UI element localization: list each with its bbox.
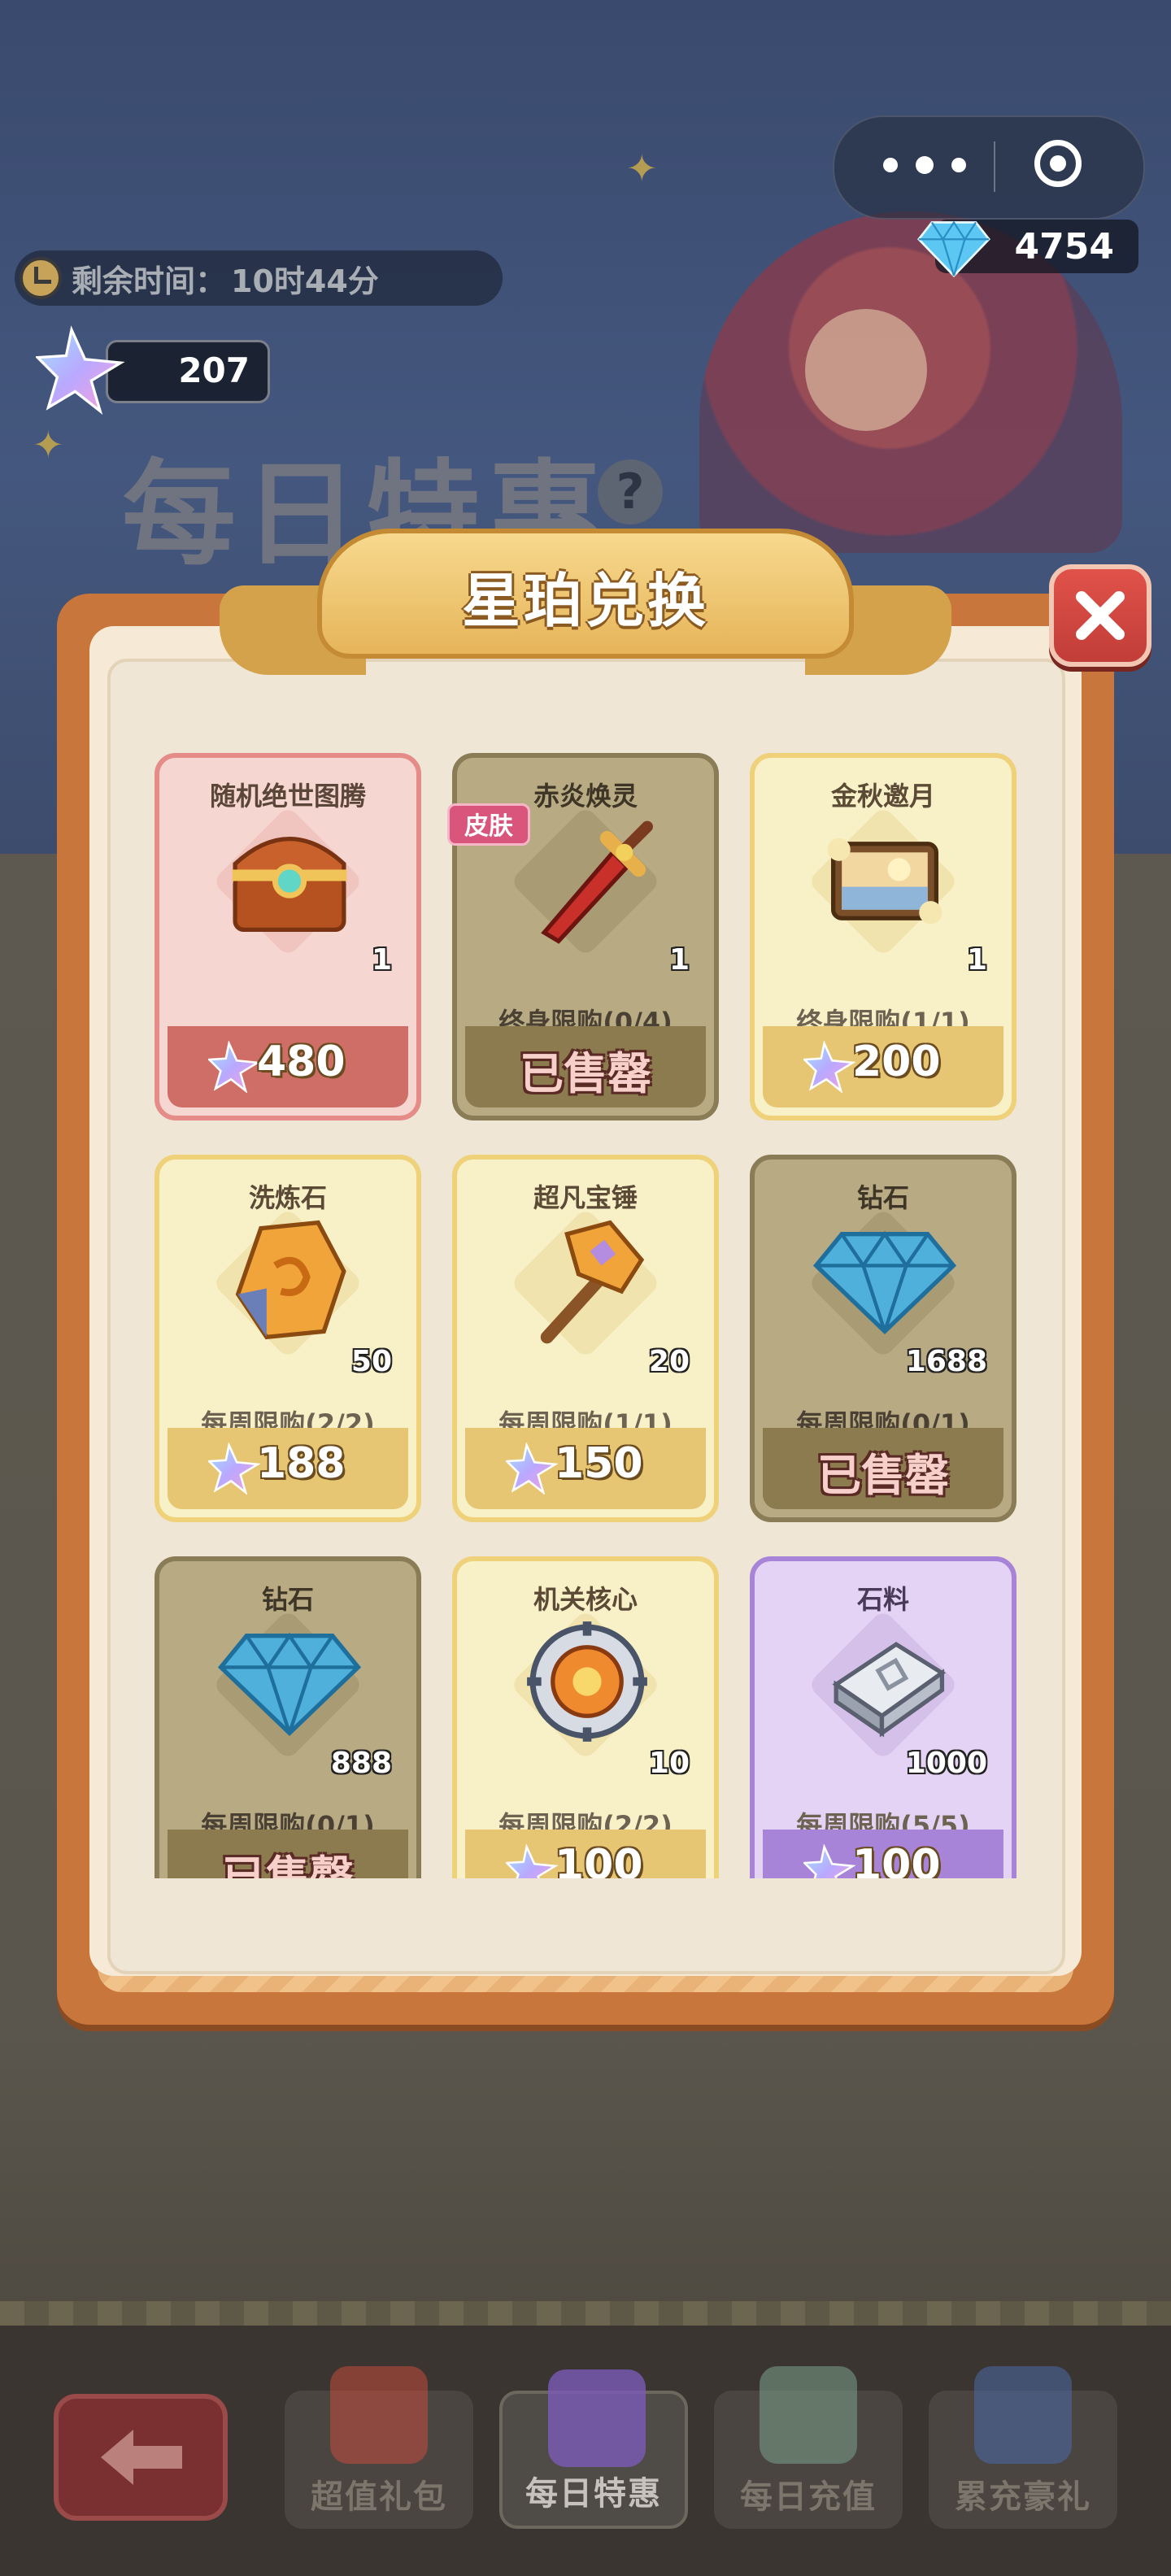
close-icon [1076, 591, 1125, 640]
item-card[interactable]: 钻石 1688 每周限购(0/1) 已售罄 [750, 1155, 1016, 1522]
back-button[interactable] [54, 2394, 228, 2521]
diamond-count: 4754 [1014, 226, 1114, 268]
item-quantity: 1000 [905, 1747, 987, 1780]
star-amber-counter: 207 [106, 340, 270, 403]
stone-block-icon [832, 1642, 947, 1738]
gift-box-icon [330, 2366, 428, 2464]
tab-label: 超值礼包 [311, 2478, 447, 2516]
item-quantity: 20 [648, 1345, 690, 1378]
tab-daily-recharge[interactable]: 每日充值 [714, 2366, 903, 2529]
diamond-icon [218, 1632, 361, 1737]
remaining-time-value: 10时44分 [231, 263, 379, 299]
star-amber-count: 207 [178, 350, 250, 390]
more-menu-button[interactable] [883, 150, 973, 182]
star-amber-icon [208, 1041, 260, 1093]
refine-stone-icon [235, 1220, 346, 1340]
sparkle-icon: ✦ [626, 146, 658, 190]
tab-value-pack[interactable]: 超值礼包 [285, 2366, 473, 2529]
diamond-icon [917, 220, 990, 278]
item-grid: 随机绝世图腾 1 480 赤炎焕灵 皮肤 1 终身限购(0/4) 已售罄 金秋邀… [146, 740, 1025, 1878]
price-bar[interactable]: 200 [763, 1026, 1003, 1107]
modal-title: 星珀兑换 [461, 567, 709, 635]
item-card[interactable]: 钻石 888 每周限购(0/1) 已售罄 [155, 1556, 421, 1878]
modal-title-ribbon: 星珀兑换 [220, 529, 951, 691]
moon-frame-icon [827, 838, 942, 925]
remaining-time: 剩余时间： 10时44分 [15, 250, 503, 306]
remaining-time-label: 剩余时间： [72, 263, 227, 299]
item-quantity: 1688 [905, 1345, 987, 1378]
price-bar[interactable]: 188 [168, 1428, 408, 1509]
star-amber-icon [803, 1844, 855, 1878]
star-amber-icon [36, 325, 125, 415]
item-card[interactable]: 机关核心 10 每周限购(2/2) 100 [452, 1556, 719, 1878]
gift-clock-icon [548, 2369, 646, 2467]
price-bar[interactable]: 480 [168, 1026, 408, 1107]
item-price: 100 [852, 1841, 941, 1878]
tab-label: 每日充值 [740, 2478, 877, 2516]
capsule-divider [994, 141, 995, 192]
mini-program-capsule [833, 115, 1145, 220]
calendar-coins-icon [760, 2366, 857, 2464]
price-bar[interactable]: 100 [465, 1830, 706, 1878]
clock-icon [20, 257, 62, 299]
price-bar[interactable]: 100 [763, 1830, 1003, 1878]
item-card[interactable]: 赤炎焕灵 皮肤 1 终身限购(0/4) 已售罄 [447, 753, 719, 1120]
item-quantity: 888 [330, 1747, 392, 1780]
help-button[interactable]: ? [598, 459, 663, 524]
item-quantity: 50 [350, 1345, 392, 1378]
star-amber-icon [506, 1844, 558, 1878]
price-bar[interactable]: 150 [465, 1428, 706, 1509]
fire-sword-icon [541, 820, 653, 944]
tab-label: 每日特惠 [525, 2475, 662, 2513]
item-quantity: 10 [648, 1747, 690, 1780]
item-price: 100 [555, 1841, 643, 1878]
sparkle-icon: ✦ [33, 423, 64, 467]
item-price: 150 [555, 1439, 643, 1488]
price-bar: 已售罄 [465, 1026, 706, 1107]
item-card[interactable]: 金秋邀月 1 终身限购(1/1) 200 [750, 753, 1016, 1120]
star-amber-icon [506, 1442, 558, 1495]
tab-label: 累充豪礼 [955, 2478, 1091, 2516]
sold-out-label: 已售罄 [817, 1450, 949, 1501]
price-bar: 已售罄 [168, 1830, 408, 1878]
back-arrow-icon [101, 2430, 182, 2485]
money-bag-icon [974, 2366, 1072, 2464]
item-card[interactable]: 超凡宝锤 20 每周限购(1/1) 150 [452, 1155, 719, 1522]
item-price: 188 [257, 1439, 346, 1488]
item-quantity: 1 [966, 943, 987, 977]
item-price: 200 [852, 1038, 941, 1086]
diamond-icon [813, 1230, 956, 1335]
sold-out-label: 已售罄 [520, 1048, 651, 1099]
item-quantity: 1 [668, 943, 690, 977]
star-amber-icon [208, 1442, 260, 1495]
item-card[interactable]: 洗炼石 50 每周限购(2/2) 188 [155, 1155, 421, 1522]
hero-face [805, 309, 927, 431]
mech-core-icon [527, 1621, 647, 1742]
tab-cumulative-gift[interactable]: 累充豪礼 [929, 2366, 1117, 2529]
price-bar: 已售罄 [763, 1428, 1003, 1509]
star-amber-icon [803, 1041, 855, 1093]
item-quantity: 1 [371, 943, 392, 977]
item-card[interactable]: 石料 1000 每周限购(5/5) 100 [750, 1556, 1016, 1878]
hammer-icon [540, 1220, 645, 1344]
tab-daily-deal[interactable]: 每日特惠 [499, 2369, 688, 2529]
item-card[interactable]: 随机绝世图腾 1 480 [155, 753, 421, 1120]
sold-out-label: 已售罄 [222, 1852, 354, 1878]
item-price: 480 [257, 1038, 346, 1086]
treasure-chest-icon [232, 837, 347, 932]
modal-close-button[interactable] [1049, 564, 1151, 667]
mini-program-close-button[interactable] [1034, 140, 1082, 187]
